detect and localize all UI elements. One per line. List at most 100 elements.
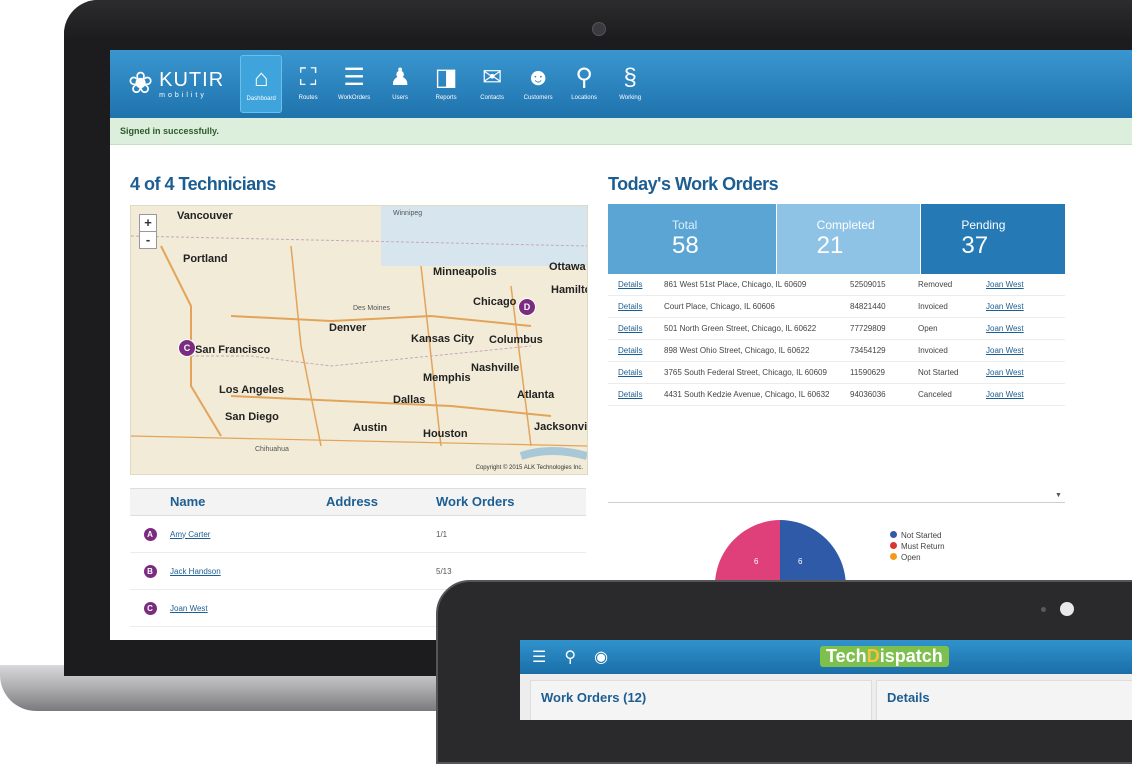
flash-message: Signed in successfully. <box>110 118 1132 145</box>
nav-reports[interactable]: ◨ Reports <box>426 55 466 111</box>
pie-label-2: 6 <box>798 557 803 566</box>
col-name[interactable]: Name <box>170 489 326 515</box>
location-pin-icon[interactable]: ⚲ <box>564 647 576 667</box>
city-label: Denver <box>329 322 367 334</box>
zoom-in-button[interactable]: + <box>140 215 156 232</box>
stat-total[interactable]: Total 58 <box>608 204 776 274</box>
tech-name-link[interactable]: Amy Carter <box>170 530 210 539</box>
gauge-icon[interactable]: ◉ <box>594 647 608 667</box>
order-status: Canceled <box>918 390 952 399</box>
city-label: Hamilton <box>551 284 587 296</box>
nav-routes[interactable]: ⛶ Routes <box>288 55 328 111</box>
scroll-down-icon[interactable]: ▼ <box>1055 492 1062 499</box>
tablet-screen: ☰ ⚲ ◉ TechDispatch Work Orders (12) Deta… <box>520 640 1132 720</box>
work-orders-panel[interactable]: Work Orders (12) <box>530 680 872 720</box>
legend-item: Open <box>890 552 945 563</box>
col-address[interactable]: Address <box>326 489 436 515</box>
nav-working[interactable]: § Working <box>610 55 650 111</box>
nav-label: Customers <box>523 95 553 101</box>
city-label: Winnipeg <box>393 210 423 217</box>
tech-name-link[interactable]: Joan West <box>170 604 208 613</box>
table-row[interactable]: Details 861 West 51st Place, Chicago, IL … <box>608 274 1065 296</box>
details-link[interactable]: Details <box>618 324 642 333</box>
table-row[interactable]: A Amy Carter 1/1 <box>130 516 586 553</box>
tablet-sensor <box>1041 607 1046 612</box>
nav-dashboard[interactable]: ⌂ Dashboard <box>240 55 283 113</box>
details-link[interactable]: Details <box>618 280 642 289</box>
users-icon: ♟ <box>389 64 411 91</box>
details-link[interactable]: Details <box>618 346 642 355</box>
report-icon: ◨ <box>434 64 458 91</box>
city-label: Atlanta <box>517 389 555 401</box>
legend-item: Must Return <box>890 541 945 552</box>
details-link[interactable]: Details <box>618 302 642 311</box>
details-panel[interactable]: Details <box>876 680 1132 720</box>
stat-total-value: 58 <box>672 232 699 259</box>
details-link[interactable]: Details <box>618 390 642 399</box>
status-legend: Not Started Must Return Open <box>890 530 945 563</box>
legend-dot <box>890 531 897 538</box>
work-order-stats: Total 58 Completed 21 Pending 37 <box>608 204 1066 274</box>
nav-label: Users <box>392 95 408 101</box>
stat-completed[interactable]: Completed 21 <box>775 204 922 274</box>
order-tech-link[interactable]: Joan West <box>986 280 1024 289</box>
table-header: Name Address Work Orders <box>130 488 586 516</box>
nav-customers[interactable]: ☻ Customers <box>518 55 558 111</box>
tech-orders: 5/13 <box>436 566 452 576</box>
nav-workorders[interactable]: ☰ WorkOrders <box>334 55 374 111</box>
order-tech-link[interactable]: Joan West <box>986 368 1024 377</box>
city-label: Austin <box>353 422 388 434</box>
order-tech-link[interactable]: Joan West <box>986 390 1024 399</box>
order-address: 4431 South Kedzie Avenue, Chicago, IL 60… <box>664 390 830 399</box>
order-status: Invoiced <box>918 346 948 355</box>
stat-completed-value: 21 <box>816 232 844 259</box>
table-row[interactable]: Details 501 North Green Street, Chicago, … <box>608 318 1065 340</box>
legend-dot <box>890 553 897 560</box>
legend-dot <box>890 542 897 549</box>
legend-label: Not Started <box>901 531 942 540</box>
table-row[interactable]: Details 898 West Ohio Street, Chicago, IL… <box>608 340 1065 362</box>
contacts-icon: ✉ <box>482 64 503 91</box>
stat-total-label: Total <box>672 218 698 232</box>
map-pin-d[interactable]: D <box>518 298 536 316</box>
order-tech-link[interactable]: Joan West <box>986 346 1024 355</box>
details-link[interactable]: Details <box>618 368 642 377</box>
brand-subtitle: mobility <box>159 91 207 99</box>
work-orders-list[interactable]: Details 861 West 51st Place, Chicago, IL … <box>608 274 1065 503</box>
technician-map[interactable]: + - Vancouver Portland San Francisco Los An… <box>130 205 588 475</box>
nav-locations[interactable]: ⚲ Locations <box>564 55 604 111</box>
legend-label: Must Return <box>901 542 945 551</box>
zoom-out-button[interactable]: - <box>140 232 156 248</box>
brand-logo[interactable]: ❀ KUTIR mobility <box>128 69 224 99</box>
col-work-orders[interactable]: Work Orders <box>436 489 576 515</box>
table-row[interactable]: Details 4431 South Kedzie Avenue, Chicago… <box>608 384 1065 406</box>
city-label: Chicago <box>473 296 517 308</box>
menu-icon[interactable]: ☰ <box>532 647 546 667</box>
stat-pending[interactable]: Pending 37 <box>921 204 1066 274</box>
tech-name-link[interactable]: Jack Handson <box>170 567 221 576</box>
city-label: Columbus <box>489 334 543 346</box>
table-row[interactable]: Details Court Place, Chicago, IL 60606 848… <box>608 296 1065 318</box>
order-address: 3765 South Federal Street, Chicago, IL 6… <box>664 368 827 377</box>
city-label: Portland <box>183 253 228 265</box>
city-label: Ottawa <box>549 261 586 273</box>
tech-badge: B <box>143 564 157 578</box>
tech-orders: 1/1 <box>436 529 448 539</box>
stat-pending-value: 37 <box>961 232 989 259</box>
order-tech-link[interactable]: Joan West <box>986 302 1024 311</box>
table-row[interactable]: Details 3765 South Federal Street, Chicag… <box>608 362 1065 384</box>
order-address: 861 West 51st Place, Chicago, IL 60609 <box>664 280 807 289</box>
order-tech-link[interactable]: Joan West <box>986 324 1024 333</box>
nav-users[interactable]: ♟ Users <box>380 55 420 111</box>
nav-label: Locations <box>571 95 597 101</box>
technicians-title: 4 of 4 Technicians <box>130 174 276 194</box>
legend-label: Open <box>901 553 921 562</box>
nav-label: Reports <box>435 95 457 101</box>
city-label: San Diego <box>225 411 279 423</box>
top-navbar: ❀ KUTIR mobility ⌂ Dashboard ⛶ Routes ☰ WorkO… <box>110 50 1132 118</box>
nav-contacts[interactable]: ✉ Contacts <box>472 55 512 111</box>
order-status: Not Started <box>918 368 959 377</box>
list-icon: ☰ <box>343 64 365 91</box>
city-label: Dallas <box>393 394 426 406</box>
map-pin-c[interactable]: C <box>178 339 196 357</box>
